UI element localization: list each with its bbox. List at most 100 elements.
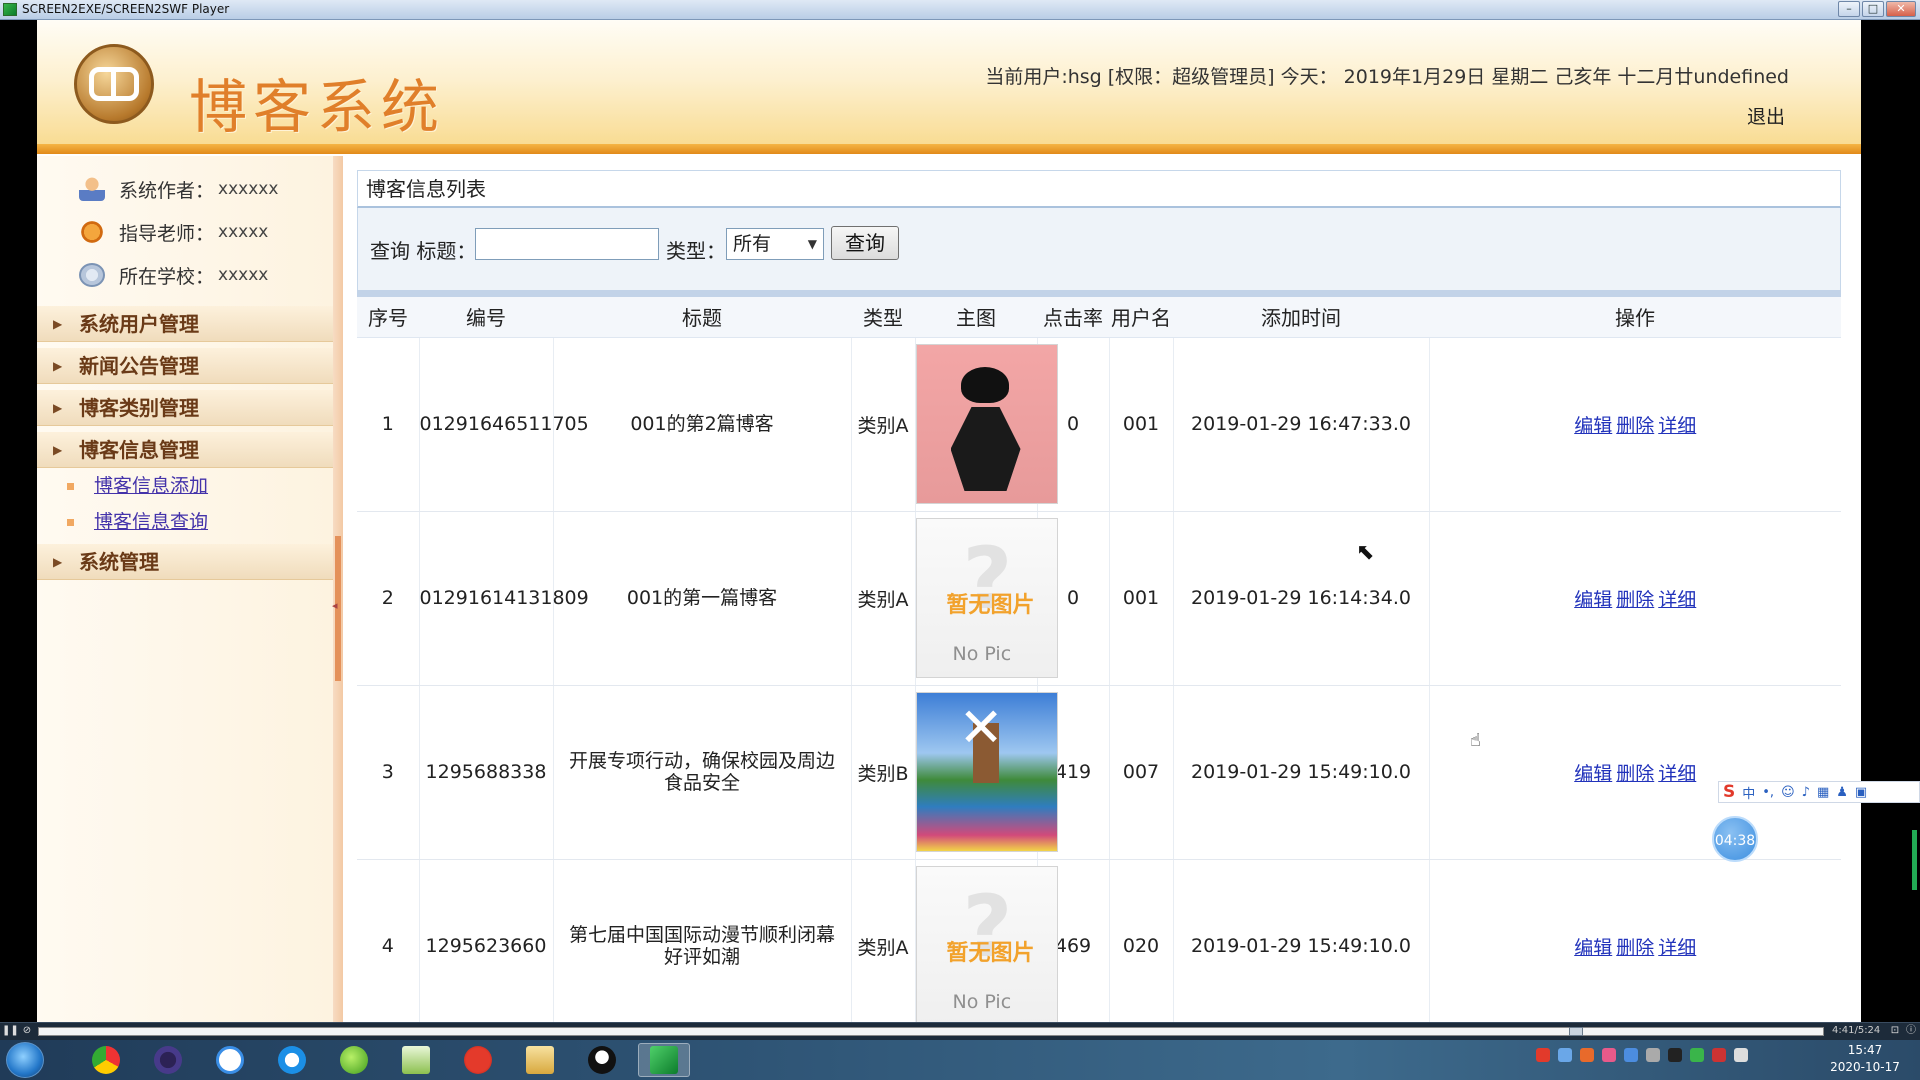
panel-title: 博客信息列表 [357, 170, 1841, 208]
logout-link[interactable]: 退出 [1747, 102, 1785, 129]
luffy-image [915, 344, 1058, 504]
pause-icon[interactable]: ❚❚ [2, 1024, 19, 1038]
main-content: 博客信息列表 查询 标题： 类型： 所有 ▼ 查询 序号 编号 标题 类型 主图… [357, 170, 1841, 1022]
delete-link[interactable]: 删除 [1616, 415, 1654, 437]
col-index: 序号 [357, 297, 419, 338]
fullscreen-icon[interactable]: ⊡ [1888, 1024, 1902, 1038]
volume-tray-icon[interactable] [1646, 1048, 1660, 1062]
search-bar: 查询 标题： 类型： 所有 ▼ 查询 [357, 208, 1841, 290]
edit-link[interactable]: 编辑 [1574, 589, 1612, 611]
sidebar-splitter[interactable] [332, 156, 343, 1022]
windmill-image [915, 692, 1058, 852]
network-tray-icon[interactable] [1558, 1048, 1572, 1062]
menu-arrow-icon: ▶ [53, 359, 63, 373]
blog-table: 序号 编号 标题 类型 主图 点击率 用户名 添加时间 操作 1 0129164… [357, 297, 1841, 1022]
hand-cursor-icon: ☝ [1470, 730, 1481, 751]
table-row: 4 1295623660 第七届中国国际动漫节顺利闭幕 好评如潮 类别A ? 暂无… [357, 859, 1841, 1022]
wechat-tray-icon[interactable] [1690, 1048, 1704, 1062]
chrome-taskbar-button[interactable] [80, 1043, 132, 1077]
col-code: 编号 [419, 297, 553, 338]
menu-blog-info-mgmt[interactable]: ▶ 博客信息管理 [37, 432, 333, 468]
sidebar: 系统作者： xxxxxx 指导老师： xxxxx 所在学校： xxxxx ▶ 系统… [37, 156, 333, 1022]
edit-link[interactable]: 编辑 [1574, 937, 1612, 959]
update-tray-icon[interactable] [1580, 1048, 1594, 1062]
grid-icon: ▣ [1854, 784, 1868, 800]
submenu-blog-query[interactable]: 博客信息查询 [67, 508, 208, 536]
notepad-taskbar-button[interactable] [390, 1043, 442, 1077]
shield-tray-icon[interactable] [1624, 1048, 1638, 1062]
ime-toolbar[interactable]: S 中 •, ☺ ♪ ▦ ♟ ▣ [1718, 781, 1920, 803]
bullet-icon [67, 519, 74, 526]
delete-link[interactable]: 删除 [1616, 589, 1654, 611]
delete-link[interactable]: 删除 [1616, 937, 1654, 959]
timer-bubble[interactable]: 04:38 [1712, 816, 1758, 862]
leaf-taskbar-button[interactable] [328, 1043, 380, 1077]
delete-link[interactable]: 删除 [1616, 763, 1654, 785]
info-icon[interactable]: ⓘ [1904, 1024, 1918, 1038]
menu-news-mgmt[interactable]: ▶ 新闻公告管理 [37, 348, 333, 384]
player-time: 4:41/5:24 [1832, 1025, 1881, 1036]
no-pic-image: ? 暂无图片 No Pic [915, 866, 1058, 1022]
app-taskbar-button[interactable] [204, 1043, 256, 1077]
search-type-label: 类型： [666, 239, 726, 263]
menu-blog-category-mgmt[interactable]: ▶ 博客类别管理 [37, 390, 333, 426]
type-select[interactable]: 所有 ▼ [726, 228, 824, 260]
edit-link[interactable]: 编辑 [1574, 415, 1612, 437]
seek-bar[interactable] [38, 1027, 1824, 1036]
col-title: 标题 [553, 297, 851, 338]
emoji-icon: ☺ [1781, 784, 1795, 800]
table-row: 2 01291614131809 001的第一篇博客 类别A ? 暂无图片 No P… [357, 511, 1841, 686]
menu-system-user-mgmt[interactable]: ▶ 系统用户管理 [37, 306, 333, 342]
teacher-info: 指导老师： xxxxx [79, 219, 268, 245]
browser-taskbar-button[interactable] [266, 1043, 318, 1077]
display-tray-icon[interactable] [1734, 1048, 1748, 1062]
menu-arrow-icon: ▶ [53, 317, 63, 331]
school-icon [79, 263, 105, 287]
qq-taskbar-button[interactable] [576, 1043, 628, 1077]
search-title-label: 查询 标题： [370, 239, 477, 263]
player-taskbar-button[interactable] [638, 1043, 690, 1077]
menu-system-mgmt[interactable]: ▶ 系统管理 [37, 544, 333, 580]
site-header: 博客系统 当前用户:hsg [权限：超级管理员] 今天： 2019年1月29日 … [37, 20, 1861, 154]
sogou-tray-icon[interactable] [1536, 1048, 1550, 1062]
detail-link[interactable]: 详细 [1658, 415, 1696, 437]
submenu-blog-add[interactable]: 博客信息添加 [67, 472, 208, 500]
search-button[interactable]: 查询 [831, 226, 899, 260]
collapse-handle[interactable] [332, 536, 341, 681]
stop-icon[interactable]: ⊘ [20, 1024, 34, 1038]
teacher-icon [79, 220, 105, 244]
seek-knob[interactable] [1569, 1027, 1583, 1036]
author-info: 系统作者： xxxxxx [79, 176, 278, 202]
skin-icon: ♟ [1836, 784, 1848, 800]
flash-taskbar-button[interactable] [452, 1043, 504, 1077]
col-type: 类型 [851, 297, 915, 338]
system-tray [1536, 1048, 1748, 1062]
edit-link[interactable]: 编辑 [1574, 763, 1612, 785]
header-accent-bar [37, 144, 1861, 154]
punctuation-icon: •, [1762, 784, 1775, 800]
col-time: 添加时间 [1173, 297, 1429, 338]
col-clicks: 点击率 [1037, 297, 1109, 338]
detail-link[interactable]: 详细 [1658, 937, 1696, 959]
speaker-tray-icon[interactable] [1712, 1048, 1726, 1062]
maximize-button[interactable]: □ [1862, 1, 1884, 17]
start-button[interactable] [6, 1042, 44, 1078]
player-titlebar: SCREEN2EXE/SCREEN2SWF Player – □ ✕ [0, 0, 1920, 20]
table-row: 3 1295688338 开展专项行动，确保校园及周边食品安全 类别B 419 … [357, 685, 1841, 860]
table-header-row: 序号 编号 标题 类型 主图 点击率 用户名 添加时间 操作 [357, 297, 1841, 338]
app-tray-icon[interactable] [1602, 1048, 1616, 1062]
web-page: 博客系统 当前用户:hsg [权限：超级管理员] 今天： 2019年1月29日 … [37, 20, 1861, 1022]
explorer-taskbar-button[interactable] [514, 1043, 566, 1077]
mic-icon: ♪ [1801, 784, 1810, 800]
eclipse-taskbar-button[interactable] [142, 1043, 194, 1077]
right-letterbox [1861, 20, 1920, 1022]
close-button[interactable]: ✕ [1886, 1, 1916, 17]
window-title: SCREEN2EXE/SCREEN2SWF Player [22, 2, 230, 16]
search-title-input[interactable] [475, 228, 659, 260]
minimize-button[interactable]: – [1838, 1, 1860, 17]
menu-arrow-icon: ▶ [53, 443, 63, 457]
detail-link[interactable]: 详细 [1658, 589, 1696, 611]
detail-link[interactable]: 详细 [1658, 763, 1696, 785]
qq-tray-icon[interactable] [1668, 1048, 1682, 1062]
taskbar-clock[interactable]: 15:47 2020-10-17 [1820, 1042, 1910, 1076]
